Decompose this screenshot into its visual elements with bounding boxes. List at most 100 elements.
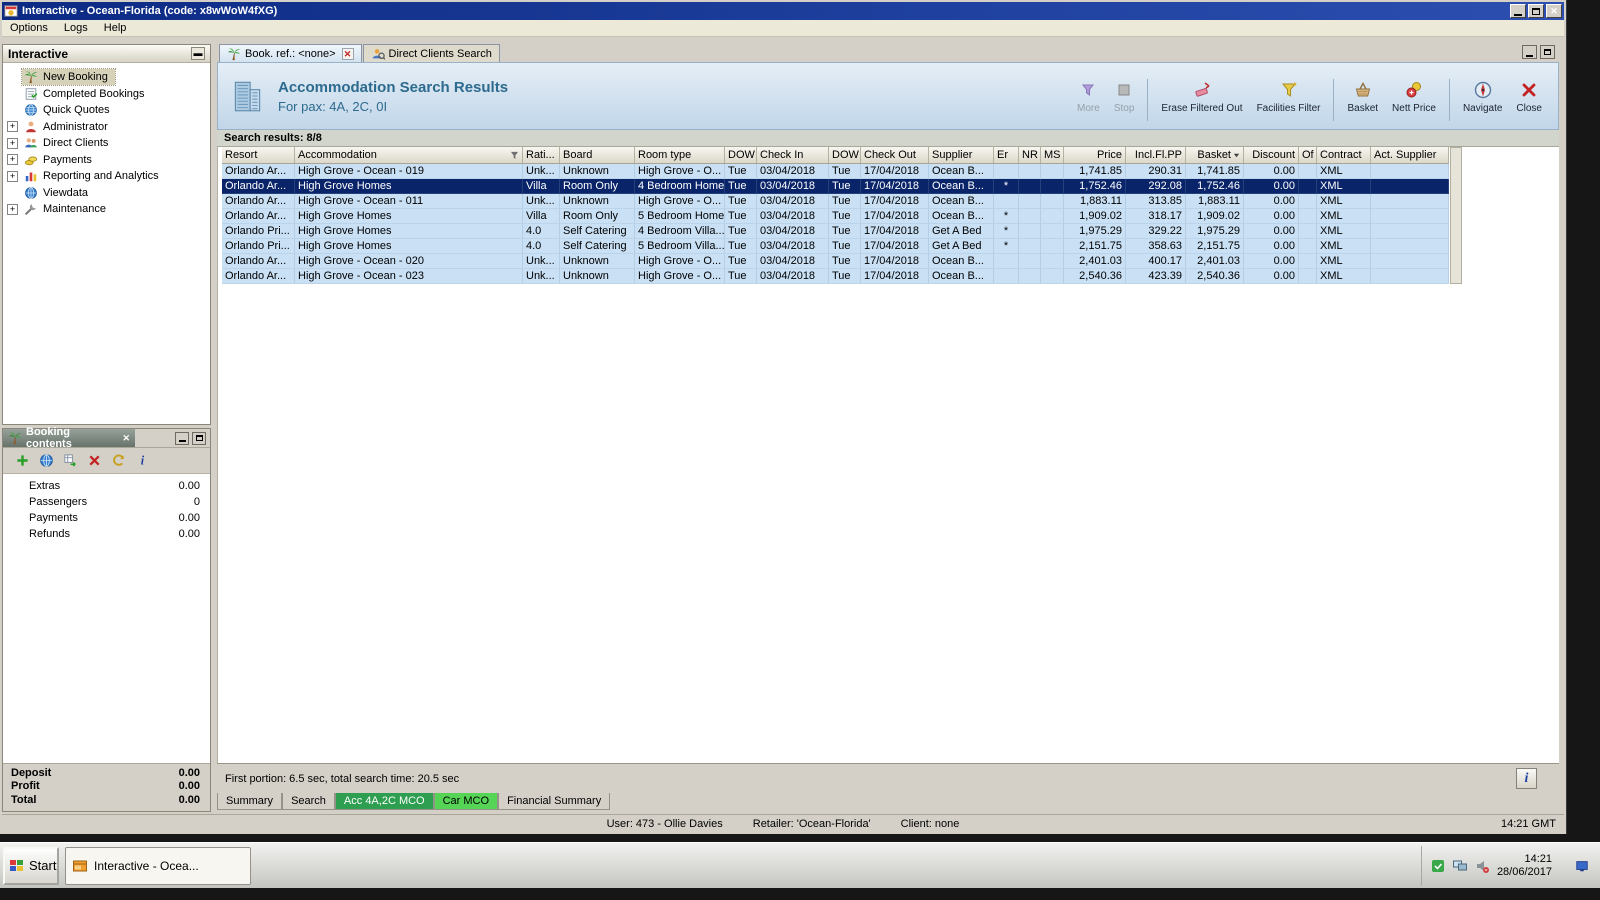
app-body: Interactive ▬ New Booking Completed Booki… [2, 37, 1564, 812]
column-header-of-17[interactable]: Of [1299, 147, 1317, 163]
cell: * [994, 239, 1019, 254]
column-header-basket-15[interactable]: Basket [1186, 147, 1244, 163]
result-row-2[interactable]: Orlando Ar... High Grove Homes Villa Room O… [222, 179, 1449, 194]
sidebar-item-new-booking[interactable]: New Booking [3, 68, 210, 87]
column-header-incl-fl-pp-14[interactable]: Incl.Fl.PP [1126, 147, 1186, 163]
column-header-contract-18[interactable]: Contract [1317, 147, 1371, 163]
expander-plus-icon[interactable]: + [7, 203, 18, 215]
booking-contents-row[interactable]: Refunds 0.00 [3, 528, 210, 544]
grid-scrollbar[interactable] [1450, 147, 1462, 284]
tab-book-ref-none[interactable]: Book. ref.: <none> ✕ [219, 44, 362, 62]
close-button[interactable]: Close [1510, 78, 1548, 116]
column-header-er-10[interactable]: Er [994, 147, 1019, 163]
menu-help[interactable]: Help [96, 21, 135, 35]
column-header-check-out-8[interactable]: Check Out [861, 147, 929, 163]
cell [1019, 224, 1041, 239]
column-header-nr-11[interactable]: NR [1019, 147, 1041, 163]
sidebar-item-administrator[interactable]: + Administrator [3, 119, 210, 136]
column-header-price-13[interactable]: Price [1064, 147, 1126, 163]
tabstrip-minimize-button[interactable] [1522, 45, 1537, 59]
import-button[interactable] [63, 453, 78, 468]
erase-filtered-out-button[interactable]: Erase Filtered Out [1155, 78, 1248, 116]
column-header-dow-7[interactable]: DOW [829, 147, 861, 163]
sidebar-item-direct-clients[interactable]: + Direct Clients [3, 135, 210, 152]
titlebar[interactable]: Interactive - Ocean-Florida (code: x8wWo… [2, 2, 1564, 20]
info-button[interactable]: i [1516, 768, 1537, 789]
expander-plus-icon[interactable]: + [7, 170, 18, 182]
tab-close-icon[interactable]: ✕ [341, 47, 354, 60]
sidebar-item-maintenance[interactable]: + Maintenance [3, 201, 210, 218]
column-header-discount-16[interactable]: Discount [1244, 147, 1299, 163]
expander-plus-icon[interactable]: + [7, 121, 18, 133]
start-button[interactable]: Start [3, 846, 59, 885]
booking-contents-row[interactable]: Payments 0.00 [3, 512, 210, 528]
taskbar-task-button[interactable]: Interactive - Ocea... [65, 846, 251, 885]
show-desktop-icon[interactable] [1575, 859, 1589, 873]
globe-button[interactable] [39, 453, 54, 468]
taskbar-clock[interactable]: 14:21 28/06/2017 [1497, 853, 1552, 879]
nett-price-button[interactable]: Nett Price [1386, 78, 1442, 116]
sidebar-item-quick-quotes[interactable]: Quick Quotes [3, 102, 210, 119]
tasks-icon [24, 87, 38, 101]
booking-contents-title-tab[interactable]: Booking contents ✕ [3, 426, 135, 450]
cell: Tue [725, 179, 757, 194]
cell: 17/04/2018 [861, 194, 929, 209]
bottom-tab-acc-4a-2c-mco[interactable]: Acc 4A,2C MCO [334, 793, 434, 810]
add-button[interactable] [15, 453, 30, 468]
expander-plus-icon[interactable]: + [7, 154, 18, 166]
sidebar-item-completed-bookings[interactable]: Completed Bookings [3, 86, 210, 103]
sidebar-item-viewdata[interactable]: Viewdata [3, 185, 210, 202]
bc-minimize-button[interactable] [175, 431, 189, 445]
menu-logs[interactable]: Logs [56, 21, 96, 35]
column-header-act-supplier-19[interactable]: Act. Supplier [1371, 147, 1449, 163]
maximize-button[interactable] [1528, 4, 1544, 18]
close-button[interactable]: ✕ [1546, 4, 1562, 18]
booking-contents-close-icon[interactable]: ✕ [122, 433, 130, 443]
result-row-4[interactable]: Orlando Ar... High Grove Homes Villa Room O… [222, 209, 1449, 224]
collapse-panel-button[interactable]: ▬ [191, 47, 205, 60]
delete-button[interactable] [87, 453, 102, 468]
booking-contents-row[interactable]: Extras 0.00 [3, 480, 210, 496]
column-header-check-in-6[interactable]: Check In [757, 147, 829, 163]
cell: Orlando Pri... [222, 224, 295, 239]
result-row-5[interactable]: Orlando Pri... High Grove Homes 4.0 Self Ca… [222, 224, 1449, 239]
navigate-button[interactable]: Navigate [1457, 78, 1508, 116]
menu-options[interactable]: Options [2, 21, 56, 35]
info-button[interactable]: i [135, 453, 150, 468]
result-row-6[interactable]: Orlando Pri... High Grove Homes 4.0 Self Ca… [222, 239, 1449, 254]
column-header-board-3[interactable]: Board [560, 147, 635, 163]
column-header-supplier-9[interactable]: Supplier [929, 147, 994, 163]
tab-direct-clients-search[interactable]: Direct Clients Search [362, 44, 500, 62]
expander-plus-icon[interactable]: + [7, 137, 18, 149]
column-header-room-type-4[interactable]: Room type [635, 147, 725, 163]
cell: High Grove Homes [295, 224, 523, 239]
cell: 0.00 [1244, 224, 1299, 239]
cell [1299, 179, 1317, 194]
facilities-filter-button[interactable]: Facilities Filter [1251, 78, 1327, 116]
result-row-7[interactable]: Orlando Ar... High Grove - Ocean - 020 Unk… [222, 254, 1449, 269]
column-header-ms-12[interactable]: MS [1041, 147, 1064, 163]
column-header-dow-5[interactable]: DOW [725, 147, 757, 163]
sidebar-item-reporting-and-analytics[interactable]: + Reporting and Analytics [3, 168, 210, 185]
bottom-tab-car-mco[interactable]: Car MCO [433, 793, 499, 810]
bottom-tab-financial-summary[interactable]: Financial Summary [498, 793, 611, 810]
basket-button[interactable]: Basket [1341, 78, 1384, 116]
column-header-accommodation-1[interactable]: Accommodation [295, 147, 523, 163]
result-row-8[interactable]: Orlando Ar... High Grove - Ocean - 023 Unk… [222, 269, 1449, 284]
result-row-3[interactable]: Orlando Ar... High Grove - Ocean - 011 Unk… [222, 194, 1449, 209]
bottom-tab-summary[interactable]: Summary [217, 793, 283, 810]
sidebar-item-payments[interactable]: + Payments [3, 152, 210, 169]
bc-maximize-button[interactable] [192, 431, 206, 445]
sidebar-item-label: Payments [43, 153, 92, 166]
row-label: Refunds [29, 528, 70, 540]
booking-contents-row[interactable]: Passengers 0 [3, 496, 210, 512]
result-row-1[interactable]: Orlando Ar... High Grove - Ocean - 019 Unk… [222, 164, 1449, 179]
tabstrip-maximize-button[interactable] [1540, 45, 1555, 59]
cell [1019, 239, 1041, 254]
minimize-button[interactable] [1510, 4, 1526, 18]
column-header-rati-2[interactable]: Rati... [523, 147, 560, 163]
revert-button[interactable] [111, 453, 126, 468]
column-header-resort-0[interactable]: Resort [222, 147, 295, 163]
cell: * [994, 224, 1019, 239]
bottom-tab-search[interactable]: Search [282, 793, 335, 810]
